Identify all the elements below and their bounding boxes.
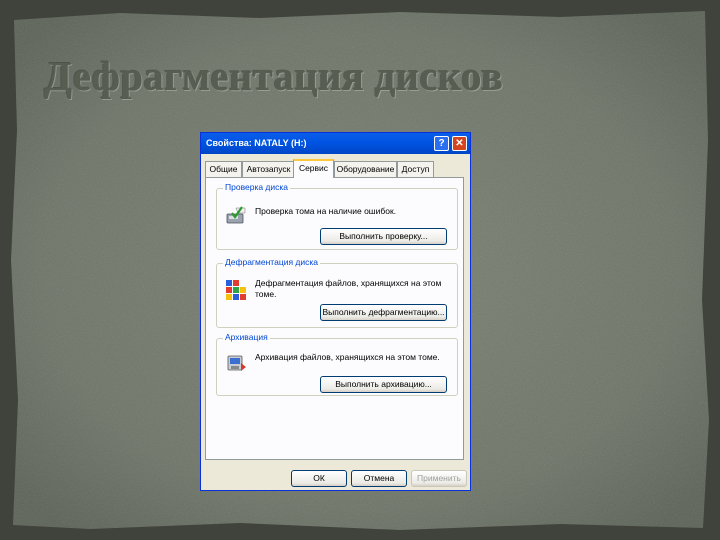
tab-autorun[interactable]: Автозапуск xyxy=(242,161,295,177)
backup-icon xyxy=(225,353,247,375)
tab-hardware[interactable]: Оборудование xyxy=(334,161,397,177)
apply-button[interactable]: Применить xyxy=(411,470,467,487)
defragment-now-button[interactable]: Выполнить дефрагментацию... xyxy=(320,304,447,321)
group-legend: Проверка диска xyxy=(223,182,291,192)
defragment-icon xyxy=(225,278,247,300)
group-backup: Архивация Архивация файлов, хранящихся н… xyxy=(216,332,458,396)
tools-panel: Проверка диска Проверка тома на наличие … xyxy=(205,177,464,460)
cancel-button[interactable]: Отмена xyxy=(351,470,407,487)
slide-title: Дефрагментация дисков xyxy=(44,53,504,99)
dialog-titlebar[interactable]: Свойства: NATALY (H:) ? ✕ xyxy=(201,133,470,154)
properties-dialog: Свойства: NATALY (H:) ? ✕ Общие Автозапу… xyxy=(200,132,471,491)
tab-tools[interactable]: Сервис xyxy=(293,159,334,178)
group-legend: Дефрагментация диска xyxy=(223,257,320,267)
group-legend: Архивация xyxy=(223,332,270,342)
ok-button[interactable]: ОК xyxy=(291,470,347,487)
close-button[interactable]: ✕ xyxy=(452,136,467,151)
tab-sharing[interactable]: Доступ xyxy=(397,161,434,177)
backup-now-button[interactable]: Выполнить архивацию... xyxy=(320,376,447,393)
help-button[interactable]: ? xyxy=(434,136,449,151)
disk-check-icon xyxy=(225,205,247,227)
group-description: Архивация файлов, хранящихся на этом том… xyxy=(255,352,440,362)
dialog-title: Свойства: NATALY (H:) xyxy=(206,138,307,148)
group-disk-check: Проверка диска Проверка тома на наличие … xyxy=(216,182,458,250)
group-defragmentation: Дефрагментация диска Дефрагментация файл… xyxy=(216,257,458,328)
check-now-button[interactable]: Выполнить проверку... xyxy=(320,228,447,245)
tab-general[interactable]: Общие xyxy=(205,161,242,177)
group-description: Проверка тома на наличие ошибок. xyxy=(255,206,397,216)
group-description: Дефрагментация файлов, хранящихся на это… xyxy=(255,278,442,299)
